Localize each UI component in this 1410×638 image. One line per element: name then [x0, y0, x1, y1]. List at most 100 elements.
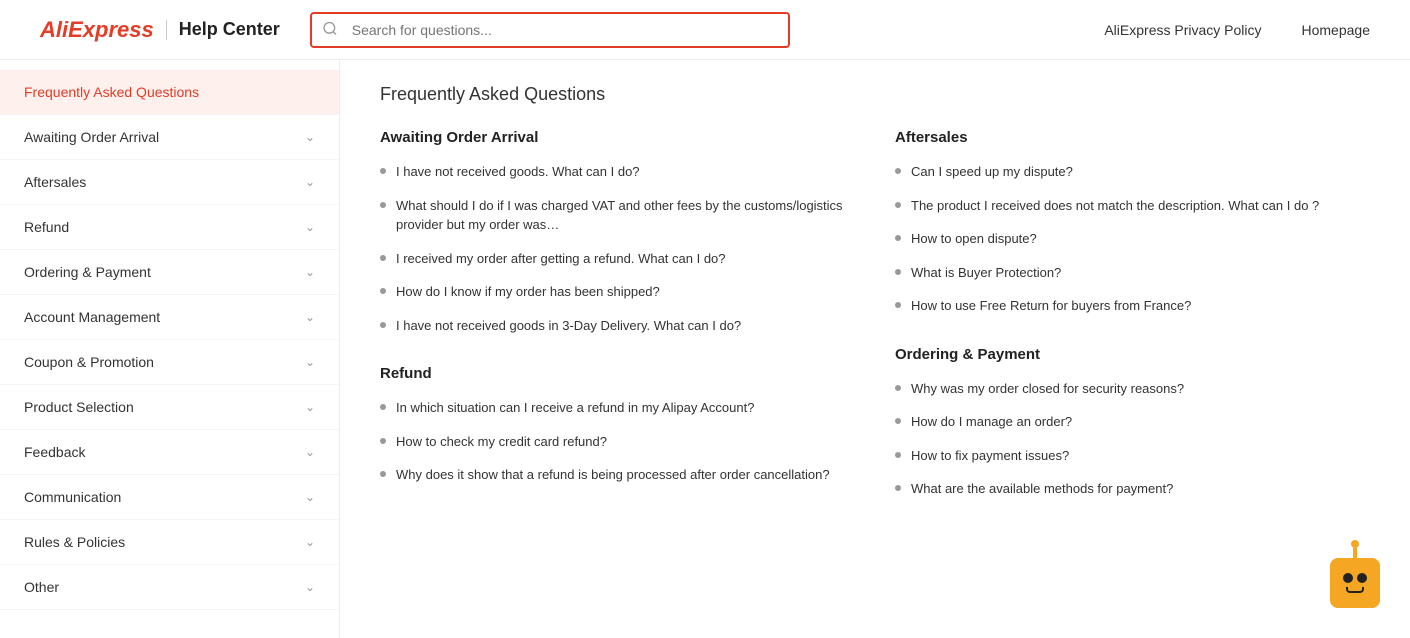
sidebar-item-communication[interactable]: Communication ⌄: [0, 475, 339, 520]
section-title-ordering: Ordering & Payment: [895, 346, 1370, 363]
main-layout: Frequently Asked Questions Awaiting Orde…: [0, 60, 1410, 638]
search-input[interactable]: [310, 12, 790, 48]
faq-item[interactable]: Why does it show that a refund is being …: [380, 465, 855, 485]
mascot-antenna: [1353, 548, 1357, 558]
faq-item[interactable]: The product I received does not match th…: [895, 196, 1370, 216]
sidebar-item-label: Aftersales: [24, 174, 86, 190]
sidebar-item-label: Communication: [24, 489, 121, 505]
faq-item[interactable]: How to check my credit card refund?: [380, 432, 855, 452]
sidebar-item-label: Coupon & Promotion: [24, 354, 154, 370]
bullet-icon: [895, 418, 901, 424]
logo-divider: [166, 20, 167, 40]
section-title-refund: Refund: [380, 365, 855, 382]
mascot-mouth: [1346, 587, 1364, 593]
faq-question-text: What should I do if I was charged VAT an…: [396, 196, 855, 235]
faq-section-ordering: Ordering & Payment Why was my order clos…: [895, 346, 1370, 499]
chevron-down-icon: ⌄: [305, 310, 315, 324]
bullet-icon: [380, 322, 386, 328]
faq-item[interactable]: In which situation can I receive a refun…: [380, 398, 855, 418]
main-content: Frequently Asked Questions Awaiting Orde…: [340, 60, 1410, 638]
faq-question-text: How to use Free Return for buyers from F…: [911, 296, 1191, 316]
bullet-icon: [895, 269, 901, 275]
faq-item[interactable]: How do I manage an order?: [895, 412, 1370, 432]
bullet-icon: [380, 202, 386, 208]
faq-item[interactable]: What are the available methods for payme…: [895, 479, 1370, 499]
sidebar-item-label: Other: [24, 579, 59, 595]
faq-item[interactable]: How do I know if my order has been shipp…: [380, 282, 855, 302]
faq-question-text: I received my order after getting a refu…: [396, 249, 726, 269]
sidebar-item-label: Account Management: [24, 309, 160, 325]
logo-container: AliExpress Help Center: [40, 17, 280, 43]
chevron-down-icon: ⌄: [305, 490, 315, 504]
chevron-down-icon: ⌄: [305, 265, 315, 279]
privacy-policy-link[interactable]: AliExpress Privacy Policy: [1104, 22, 1261, 38]
sidebar-item-other[interactable]: Other ⌄: [0, 565, 339, 610]
sidebar-item-feedback[interactable]: Feedback ⌄: [0, 430, 339, 475]
sidebar: Frequently Asked Questions Awaiting Orde…: [0, 60, 340, 638]
sidebar-item-faq[interactable]: Frequently Asked Questions: [0, 70, 339, 115]
sidebar-item-account[interactable]: Account Management ⌄: [0, 295, 339, 340]
section-title-aftersales: Aftersales: [895, 129, 1370, 146]
sidebar-item-rules[interactable]: Rules & Policies ⌄: [0, 520, 339, 565]
bullet-icon: [380, 288, 386, 294]
bullet-icon: [380, 438, 386, 444]
bullet-icon: [380, 255, 386, 261]
faq-item[interactable]: Why was my order closed for security rea…: [895, 379, 1370, 399]
header-nav: AliExpress Privacy Policy Homepage: [1104, 22, 1370, 38]
aliexpress-logo[interactable]: AliExpress: [40, 17, 154, 43]
faq-question-text: In which situation can I receive a refun…: [396, 398, 754, 418]
faq-item[interactable]: I have not received goods. What can I do…: [380, 162, 855, 182]
chevron-down-icon: ⌄: [305, 175, 315, 189]
faq-question-text: How to fix payment issues?: [911, 446, 1069, 466]
bullet-icon: [895, 202, 901, 208]
sidebar-item-label: Ordering & Payment: [24, 264, 151, 280]
helpcenter-logo: Help Center: [179, 19, 280, 40]
mascot-body: [1330, 558, 1380, 608]
section-title-awaiting: Awaiting Order Arrival: [380, 129, 855, 146]
mascot-eye-right: [1357, 573, 1367, 583]
faq-question-text: Why does it show that a refund is being …: [396, 465, 830, 485]
sidebar-item-coupon[interactable]: Coupon & Promotion ⌄: [0, 340, 339, 385]
chevron-down-icon: ⌄: [305, 400, 315, 414]
faq-item[interactable]: Can I speed up my dispute?: [895, 162, 1370, 182]
faq-item[interactable]: How to fix payment issues?: [895, 446, 1370, 466]
faq-question-text: How do I manage an order?: [911, 412, 1072, 432]
sidebar-item-awaiting[interactable]: Awaiting Order Arrival ⌄: [0, 115, 339, 160]
chevron-down-icon: ⌄: [305, 130, 315, 144]
sidebar-item-ordering[interactable]: Ordering & Payment ⌄: [0, 250, 339, 295]
sidebar-item-label: Rules & Policies: [24, 534, 125, 550]
bullet-icon: [895, 385, 901, 391]
sidebar-item-label: Refund: [24, 219, 69, 235]
faq-question-text: I have not received goods. What can I do…: [396, 162, 640, 182]
faq-section-awaiting: Awaiting Order Arrival I have not receiv…: [380, 129, 855, 335]
faq-item[interactable]: How to use Free Return for buyers from F…: [895, 296, 1370, 316]
faq-item[interactable]: What is Buyer Protection?: [895, 263, 1370, 283]
faq-question-text: How to open dispute?: [911, 229, 1037, 249]
faq-question-text: What are the available methods for payme…: [911, 479, 1173, 499]
faq-item[interactable]: I have not received goods in 3-Day Deliv…: [380, 316, 855, 336]
sidebar-item-aftersales[interactable]: Aftersales ⌄: [0, 160, 339, 205]
bullet-icon: [895, 485, 901, 491]
faq-item[interactable]: I received my order after getting a refu…: [380, 249, 855, 269]
bullet-icon: [380, 404, 386, 410]
faq-column-right: Aftersales Can I speed up my dispute? Th…: [895, 129, 1370, 529]
faq-item[interactable]: What should I do if I was charged VAT an…: [380, 196, 855, 235]
bullet-icon: [380, 168, 386, 174]
chevron-down-icon: ⌄: [305, 355, 315, 369]
sidebar-item-label: Product Selection: [24, 399, 134, 415]
mascot-widget[interactable]: [1330, 558, 1390, 618]
faq-section-refund: Refund In which situation can I receive …: [380, 365, 855, 485]
bullet-icon: [895, 452, 901, 458]
faq-question-text: How do I know if my order has been shipp…: [396, 282, 660, 302]
sidebar-item-refund[interactable]: Refund ⌄: [0, 205, 339, 250]
faq-grid: Awaiting Order Arrival I have not receiv…: [380, 129, 1370, 529]
faq-section-aftersales: Aftersales Can I speed up my dispute? Th…: [895, 129, 1370, 316]
faq-question-text: Can I speed up my dispute?: [911, 162, 1073, 182]
header: AliExpress Help Center AliExpress Privac…: [0, 0, 1410, 60]
faq-column-left: Awaiting Order Arrival I have not receiv…: [380, 129, 855, 529]
faq-item[interactable]: How to open dispute?: [895, 229, 1370, 249]
sidebar-item-product[interactable]: Product Selection ⌄: [0, 385, 339, 430]
search-container: [310, 12, 790, 48]
mascot-eyes: [1341, 573, 1369, 583]
homepage-link[interactable]: Homepage: [1302, 22, 1371, 38]
